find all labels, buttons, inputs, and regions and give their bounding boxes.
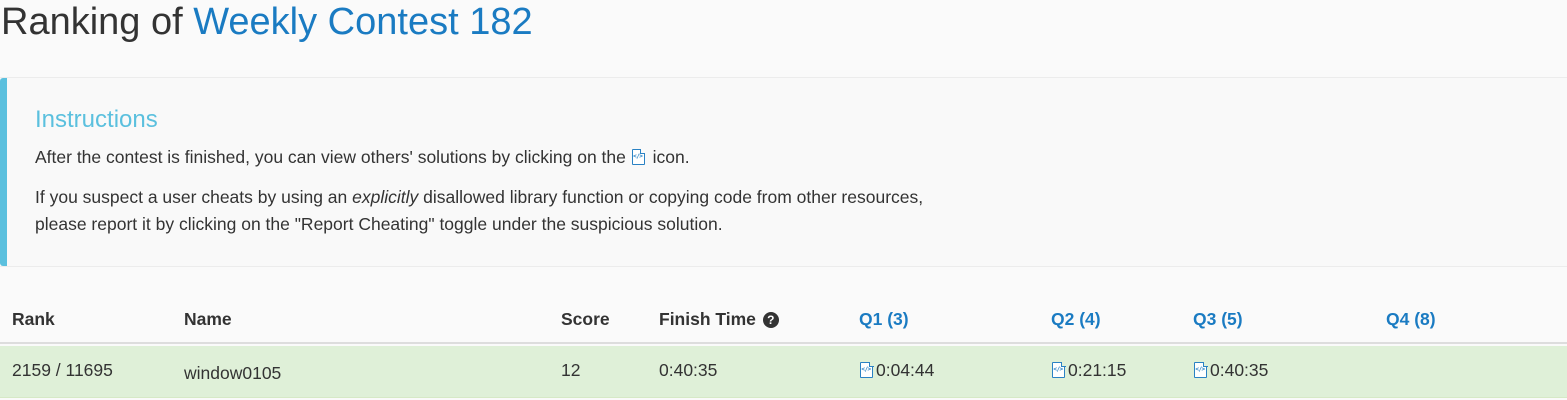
header-rank: Rank — [12, 309, 55, 329]
instructions-p2-suffix: disallowed library function or copying c… — [423, 187, 924, 207]
ranking-page: Ranking of Weekly Contest 182 Instructio… — [0, 0, 1567, 400]
instructions-p1-text: After the contest is finished, you can v… — [35, 147, 626, 167]
code-file-icon[interactable] — [1194, 361, 1208, 378]
header-name: Name — [184, 309, 232, 329]
cell-name: window0105 — [184, 363, 282, 383]
header-score: Score — [561, 309, 610, 329]
cell-q1-time: 0:04:44 — [876, 360, 935, 380]
instructions-title: Instructions — [35, 106, 158, 133]
callout-accent-bar — [0, 78, 7, 266]
instructions-paragraph-1: After the contest is finished, you can v… — [35, 144, 690, 171]
cell-finish-time: 0:40:35 — [659, 360, 718, 380]
cell-q2: 0:21:15 — [1051, 360, 1126, 381]
question-circle-icon[interactable]: ? — [762, 312, 779, 328]
header-q3[interactable]: Q3 (5) — [1193, 309, 1243, 330]
cell-q1: 0:04:44 — [859, 360, 934, 381]
header-finish-time: Finish Time ? — [659, 309, 779, 330]
cell-q2-time: 0:21:15 — [1068, 360, 1127, 380]
header-q4[interactable]: Q4 (8) — [1386, 309, 1436, 330]
instructions-paragraph-2: If you suspect a user cheats by using an… — [35, 184, 923, 211]
code-file-icon — [631, 148, 646, 165]
instructions-callout: Instructions After the contest is finish… — [0, 77, 1567, 267]
page-title-prefix: Ranking of — [1, 1, 183, 43]
page-title: Ranking of Weekly Contest 182 — [1, 0, 533, 44]
header-q1[interactable]: Q1 (3) — [859, 309, 909, 330]
header-q2[interactable]: Q2 (4) — [1051, 309, 1101, 330]
table-row: 2159 / 11695 window0105 12 0:40:35 0:04:… — [0, 346, 1567, 398]
code-file-icon[interactable] — [860, 361, 874, 378]
cell-rank: 2159 / 11695 — [12, 360, 113, 380]
instructions-p1-suffix: icon. — [652, 147, 690, 167]
instructions-paragraph-3: please report it by clicking on the "Rep… — [35, 214, 723, 234]
header-finish-time-label: Finish Time — [659, 309, 756, 329]
ranking-table-header: Rank Name Score Finish Time ? Q1 (3) Q2 … — [0, 300, 1567, 344]
code-file-icon[interactable] — [1052, 361, 1066, 378]
contest-link[interactable]: Weekly Contest 182 — [193, 1, 532, 43]
instructions-p2-text: If you suspect a user cheats by using an — [35, 187, 348, 207]
cell-q3: 0:40:35 — [1193, 360, 1268, 381]
cell-score: 12 — [561, 360, 581, 380]
cell-q3-time: 0:40:35 — [1210, 360, 1269, 380]
instructions-p2-emphasis: explicitly — [352, 187, 419, 207]
